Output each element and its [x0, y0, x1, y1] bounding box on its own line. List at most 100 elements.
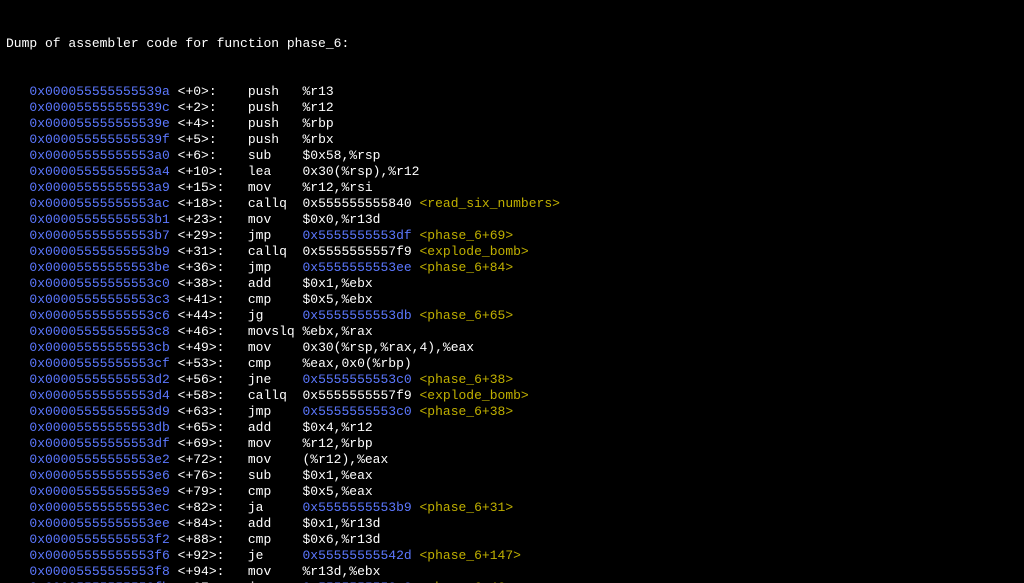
asm-address: 0x00005555555553e2	[29, 452, 169, 467]
row-indent	[6, 388, 29, 403]
asm-mnemonic: callq	[248, 244, 303, 259]
asm-address: 0x00005555555553b7	[29, 228, 169, 243]
asm-address: 0x00005555555553cf	[29, 356, 169, 371]
asm-row: 0x00005555555553ec <+82>: ja 0x555555555…	[6, 500, 1018, 516]
asm-mnemonic: mov	[248, 340, 303, 355]
asm-mnemonic: mov	[248, 180, 303, 195]
asm-mnemonic: push	[248, 100, 303, 115]
row-indent	[6, 404, 29, 419]
asm-offset: <+46>:	[170, 324, 248, 339]
asm-mnemonic: movslq	[248, 324, 303, 339]
asm-offset: <+18>:	[170, 196, 248, 211]
asm-mnemonic: callq	[248, 388, 303, 403]
asm-offset: <+36>:	[170, 260, 248, 275]
asm-row: 0x00005555555553b7 <+29>: jmp 0x55555555…	[6, 228, 1018, 244]
asm-operands: %r12,%rbp	[302, 436, 372, 451]
asm-listing: 0x000055555555539a <+0>: push %r13 0x000…	[6, 84, 1018, 583]
row-indent	[6, 244, 29, 259]
asm-mnemonic: push	[248, 132, 303, 147]
asm-row: 0x00005555555553a0 <+6>: sub $0x58,%rsp	[6, 148, 1018, 164]
asm-mnemonic: sub	[248, 468, 303, 483]
asm-mnemonic: sub	[248, 148, 303, 163]
row-indent	[6, 420, 29, 435]
asm-mnemonic: jmp	[248, 260, 303, 275]
asm-operands: $0x6,%r13d	[302, 532, 380, 547]
asm-mnemonic: add	[248, 516, 303, 531]
asm-address: 0x000055555555539f	[29, 132, 169, 147]
row-indent	[6, 500, 29, 515]
asm-operands: $0x5,%eax	[302, 484, 372, 499]
asm-mnemonic: cmp	[248, 356, 303, 371]
jump-address: 0x5555555553db	[302, 308, 411, 323]
asm-mnemonic: jne	[248, 372, 303, 387]
row-indent	[6, 548, 29, 563]
asm-address: 0x00005555555553ee	[29, 516, 169, 531]
asm-address: 0x000055555555539e	[29, 116, 169, 131]
asm-offset: <+56>:	[170, 372, 248, 387]
asm-row: 0x00005555555553f8 <+94>: mov %r13d,%ebx	[6, 564, 1018, 580]
asm-mnemonic: jmp	[248, 228, 303, 243]
asm-operands: %eax,0x0(%rbp)	[302, 356, 411, 371]
symbol-ref: <phase_6+38>	[420, 404, 514, 419]
row-indent	[6, 196, 29, 211]
asm-offset: <+49>:	[170, 340, 248, 355]
asm-address: 0x00005555555553f8	[29, 564, 169, 579]
asm-row: 0x00005555555553c0 <+38>: add $0x1,%ebx	[6, 276, 1018, 292]
row-indent	[6, 292, 29, 307]
asm-mnemonic: add	[248, 276, 303, 291]
asm-offset: <+79>:	[170, 484, 248, 499]
symbol-ref: <phase_6+31>	[420, 500, 514, 515]
gdb-terminal[interactable]: Dump of assembler code for function phas…	[0, 0, 1024, 583]
asm-mnemonic: je	[248, 548, 303, 563]
row-indent	[6, 260, 29, 275]
asm-address: 0x000055555555539c	[29, 100, 169, 115]
asm-row: 0x000055555555539c <+2>: push %r12	[6, 100, 1018, 116]
asm-offset: <+65>:	[170, 420, 248, 435]
asm-mnemonic: push	[248, 116, 303, 131]
asm-address: 0x00005555555553a4	[29, 164, 169, 179]
asm-address: 0x00005555555553e9	[29, 484, 169, 499]
asm-offset: <+58>:	[170, 388, 248, 403]
asm-row: 0x000055555555539f <+5>: push %rbx	[6, 132, 1018, 148]
symbol-ref: <phase_6+84>	[420, 260, 514, 275]
symbol-ref: <read_six_numbers>	[420, 196, 560, 211]
asm-address: 0x00005555555553d4	[29, 388, 169, 403]
asm-row: 0x00005555555553c3 <+41>: cmp $0x5,%ebx	[6, 292, 1018, 308]
asm-row: 0x00005555555553b9 <+31>: callq 0x555555…	[6, 244, 1018, 260]
asm-offset: <+82>:	[170, 500, 248, 515]
symbol-ref: <explode_bomb>	[420, 244, 529, 259]
jump-address: 0x5555555553b9	[302, 500, 411, 515]
row-indent	[6, 436, 29, 451]
asm-row: 0x00005555555553cb <+49>: mov 0x30(%rsp,…	[6, 340, 1018, 356]
asm-offset: <+84>:	[170, 516, 248, 531]
asm-offset: <+44>:	[170, 308, 248, 323]
asm-row: 0x00005555555553d9 <+63>: jmp 0x55555555…	[6, 404, 1018, 420]
row-indent	[6, 164, 29, 179]
asm-mnemonic: push	[248, 84, 303, 99]
asm-address: 0x00005555555553db	[29, 420, 169, 435]
asm-operands: 0x555555555840	[302, 196, 411, 211]
asm-row: 0x00005555555553e9 <+79>: cmp $0x5,%eax	[6, 484, 1018, 500]
row-indent	[6, 132, 29, 147]
asm-address: 0x00005555555553f6	[29, 548, 169, 563]
asm-offset: <+63>:	[170, 404, 248, 419]
asm-operands: %rbp	[302, 116, 333, 131]
asm-operands: 0x30(%rsp),%r12	[302, 164, 419, 179]
asm-mnemonic: cmp	[248, 292, 303, 307]
asm-address: 0x00005555555553d2	[29, 372, 169, 387]
asm-offset: <+53>:	[170, 356, 248, 371]
asm-row: 0x00005555555553a9 <+15>: mov %r12,%rsi	[6, 180, 1018, 196]
asm-address: 0x00005555555553b9	[29, 244, 169, 259]
asm-operands: %rbx	[302, 132, 333, 147]
asm-row: 0x00005555555553ac <+18>: callq 0x555555…	[6, 196, 1018, 212]
row-indent	[6, 308, 29, 323]
row-indent	[6, 84, 29, 99]
jump-address: 0x5555555553df	[302, 228, 411, 243]
symbol-ref: <phase_6+38>	[420, 372, 514, 387]
asm-operands: %ebx,%rax	[302, 324, 372, 339]
asm-address: 0x00005555555553cb	[29, 340, 169, 355]
jump-address: 0x5555555553c0	[302, 404, 411, 419]
asm-address: 0x00005555555553ec	[29, 500, 169, 515]
asm-mnemonic: jg	[248, 308, 303, 323]
asm-row: 0x000055555555539a <+0>: push %r13	[6, 84, 1018, 100]
